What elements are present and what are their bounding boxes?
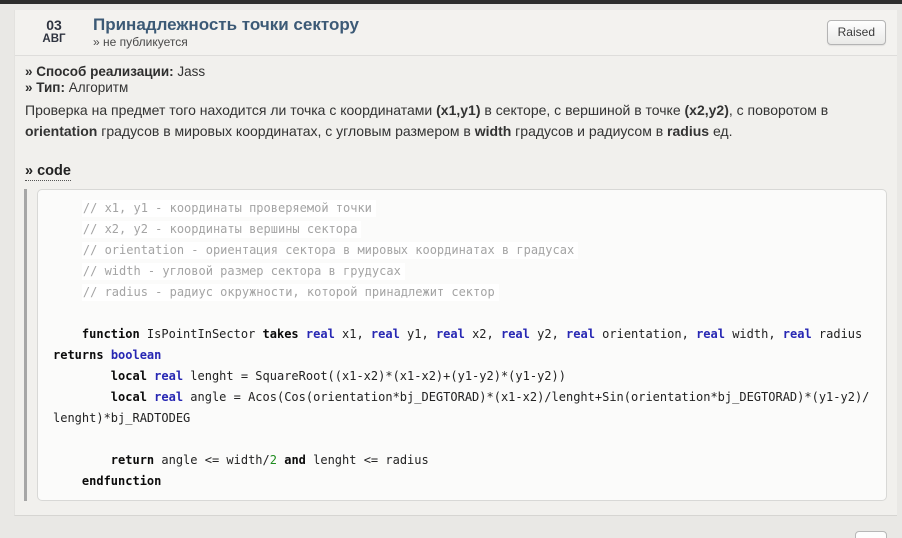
post-description: Проверка на предмет того находится ли то… [25, 100, 887, 142]
code-line: local real lenght = SquareRoot((x1-x2)*(… [53, 366, 871, 387]
next-post-raised-button-partial[interactable] [855, 531, 887, 538]
raised-button[interactable]: Raised [827, 20, 886, 45]
code-line [53, 303, 871, 324]
code-line: // orientation - ориентация сектора в ми… [53, 240, 871, 261]
code-line: // x1, y1 - координаты проверяемой точки [53, 198, 871, 219]
top-bar [0, 0, 902, 4]
code-toggle[interactable]: » code [25, 163, 71, 181]
code-line [53, 429, 871, 450]
post-subtitle: » не публикуется [93, 35, 827, 50]
code-line: return angle <= width/2 and lenght <= ra… [53, 450, 871, 471]
code-quote-section: // x1, y1 - координаты проверяемой точки… [24, 189, 887, 501]
meta-rows: » Способ реализации: Jass» Тип: Алгоритм [25, 64, 887, 96]
post-title[interactable]: Принадлежность точки сектору [93, 15, 827, 34]
post-header: 03 АВГ Принадлежность точки сектору » не… [15, 10, 897, 56]
meta-row: » Тип: Алгоритм [25, 80, 887, 96]
post-date-month: АВГ [31, 33, 77, 46]
code-line: // width - угловой размер сектора в груд… [53, 261, 871, 282]
meta-row: » Способ реализации: Jass [25, 64, 887, 80]
code-block: // x1, y1 - координаты проверяемой точки… [37, 189, 887, 501]
post-date: 03 АВГ [31, 18, 77, 46]
code-line: local real angle = Acos(Cos(orientation*… [53, 387, 871, 429]
post-title-block: Принадлежность точки сектору » не публик… [93, 15, 827, 50]
post-body: » Способ реализации: Jass» Тип: Алгоритм… [15, 56, 897, 515]
code-line: endfunction [53, 471, 871, 492]
code-line: // x2, y2 - координаты вершины сектора [53, 219, 871, 240]
post-date-day: 03 [31, 18, 77, 33]
code-line: // radius - радиус окружности, которой п… [53, 282, 871, 303]
post-card: 03 АВГ Принадлежность точки сектору » не… [14, 10, 897, 516]
code-line: function IsPointInSector takes real x1, … [53, 324, 871, 366]
